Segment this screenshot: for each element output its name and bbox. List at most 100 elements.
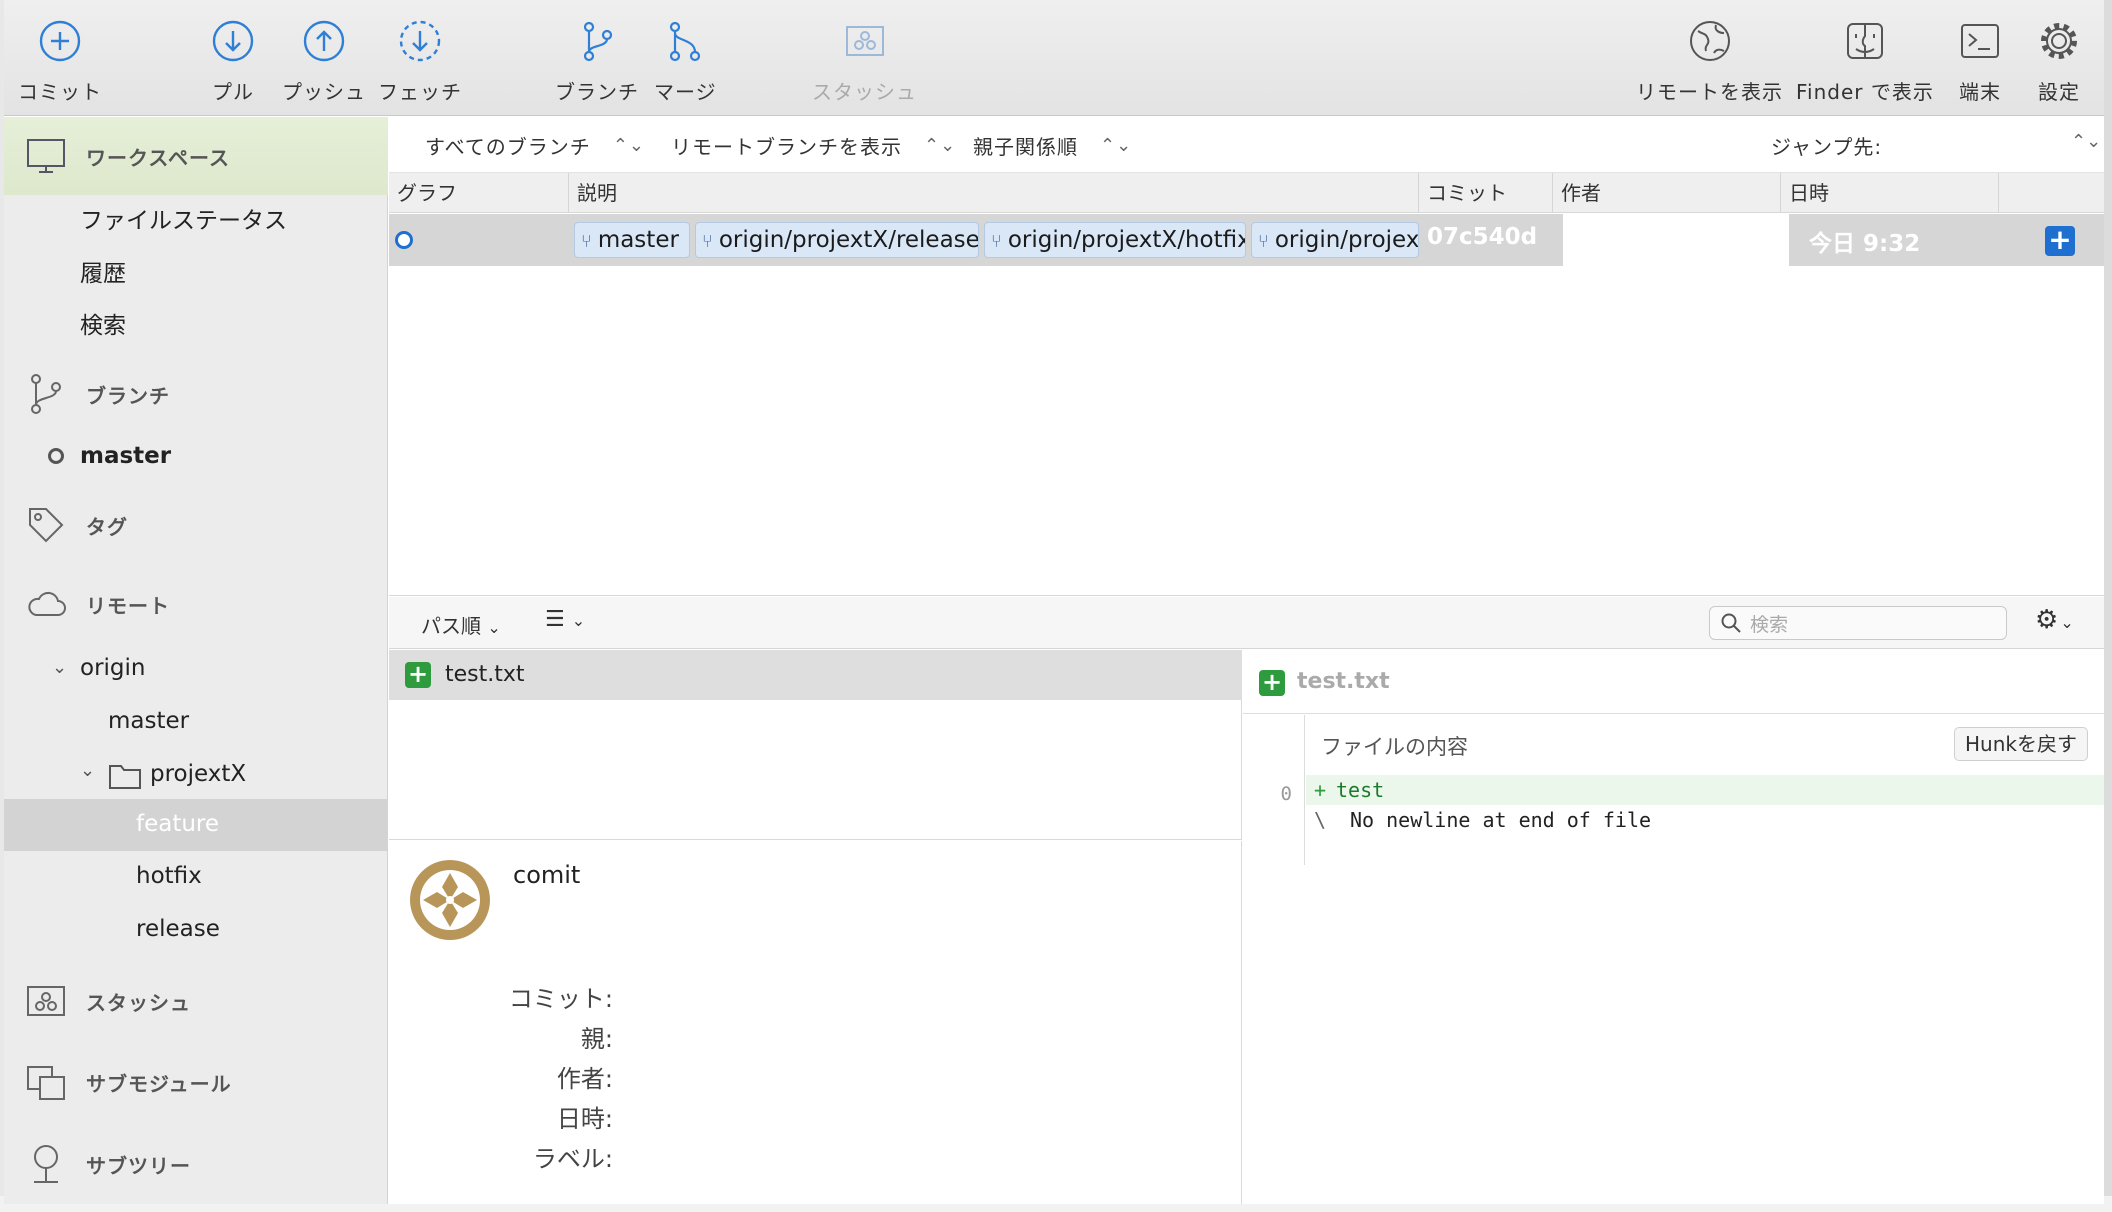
column-commit[interactable]: コミット bbox=[1419, 173, 1553, 213]
cloud-icon bbox=[28, 591, 66, 616]
ref-label: master bbox=[597, 227, 679, 253]
gear-icon[interactable]: ⚙ ⌄ bbox=[2035, 605, 2074, 635]
commit-hash: 07c540d bbox=[1427, 224, 1538, 250]
sidebar-item-search[interactable]: 検索 bbox=[80, 306, 126, 340]
submodule-icon bbox=[27, 1066, 65, 1100]
detail-label-date: 日時: bbox=[556, 1105, 613, 1133]
graph-node-icon bbox=[395, 231, 413, 249]
sidebar-section-stash[interactable]: スタッシュ bbox=[26, 983, 191, 1019]
terminal-button[interactable]: 端末 bbox=[1957, 18, 2003, 105]
added-line-text: test bbox=[1336, 778, 1385, 802]
file-toolbar: パス順 ⌄ ☰ ⌄ 検索 ⚙ ⌄ bbox=[389, 597, 2104, 649]
updown-chevron-icon[interactable]: ⌃⌄ bbox=[2071, 131, 2101, 152]
settings-button[interactable]: 設定 bbox=[2036, 18, 2082, 105]
branch-icon: ⑂ bbox=[702, 231, 713, 252]
monitor-icon bbox=[27, 139, 65, 173]
branch-icon: ⑂ bbox=[1258, 231, 1269, 252]
finder-icon bbox=[1842, 18, 1888, 64]
ref-badge: ⑂origin/projextX bbox=[1251, 222, 1419, 258]
arrow-up-circle-icon bbox=[301, 18, 347, 64]
stash-icon bbox=[842, 18, 888, 64]
line-number-gutter: 0 bbox=[1243, 715, 1305, 865]
stash-icon bbox=[27, 986, 65, 1016]
detail-label-commit: コミット: bbox=[508, 985, 613, 1013]
settings-label: 設定 bbox=[2038, 80, 2080, 104]
sidebar-item-feature[interactable]: feature bbox=[136, 811, 219, 837]
toolbar: コミット プル プッシュ フェッチ ブランチ マージ スタッシュ リモートを表示… bbox=[4, 0, 2104, 116]
sidebar-section-remotes[interactable]: リモート bbox=[26, 587, 170, 621]
branch-label: ブランチ bbox=[555, 80, 639, 104]
sidebar-item-master[interactable]: master bbox=[80, 443, 171, 469]
hunk-title: ファイルの内容 bbox=[1321, 735, 1468, 759]
merge-button[interactable]: マージ bbox=[654, 18, 717, 105]
arrow-down-circle-icon bbox=[210, 18, 256, 64]
chevron-down-icon: ⌄ bbox=[2060, 613, 2074, 632]
commit-column-headers: グラフ 説明 コミット 作者 日時 bbox=[389, 173, 2104, 213]
sidebar-section-label: リモート bbox=[86, 593, 170, 618]
push-button[interactable]: プッシュ bbox=[282, 18, 366, 105]
order-value: 親子関係順 bbox=[973, 135, 1078, 159]
sidebar-item-release[interactable]: release bbox=[136, 916, 220, 942]
show-finder-label: Finder で表示 bbox=[1796, 80, 1934, 104]
diff-header: + test.txt bbox=[1243, 650, 2104, 714]
chevron-down-icon[interactable]: ⌄ bbox=[80, 760, 95, 781]
commit-label: コミット bbox=[18, 80, 102, 104]
sort-select[interactable]: パス順 ⌄ bbox=[421, 610, 501, 639]
search-placeholder: 検索 bbox=[1750, 613, 1789, 636]
file-name: test.txt bbox=[445, 662, 525, 687]
filter-bar: すべてのブランチ ⌃⌄ リモートブランチを表示 ⌃⌄ 親子関係順 ⌃⌄ ジャンプ… bbox=[389, 117, 2104, 173]
view-mode-select[interactable]: ☰ ⌄ bbox=[545, 607, 585, 632]
sidebar-section-tags[interactable]: タグ bbox=[26, 505, 128, 545]
revert-hunk-button[interactable]: Hunkを戻す bbox=[1954, 727, 2088, 761]
branch-button[interactable]: ブランチ bbox=[555, 18, 639, 105]
search-input[interactable]: 検索 bbox=[1709, 606, 2007, 640]
sidebar-item-origin[interactable]: origin bbox=[80, 655, 146, 681]
detail-label-parent: 親: bbox=[580, 1025, 613, 1053]
ref-label: origin/projextX/release bbox=[718, 227, 979, 253]
fetch-label: フェッチ bbox=[378, 80, 462, 104]
remote-filter-select[interactable]: リモートブランチを表示 ⌃⌄ bbox=[671, 131, 956, 160]
fetch-button[interactable]: フェッチ bbox=[378, 18, 462, 105]
chevron-down-icon[interactable]: ⌄ bbox=[52, 657, 67, 678]
branch-icon: ⑂ bbox=[581, 231, 592, 252]
show-remote-button[interactable]: リモートを表示 bbox=[1636, 18, 1783, 105]
pull-button[interactable]: プル bbox=[210, 18, 256, 105]
stash-button[interactable]: スタッシュ bbox=[812, 18, 917, 105]
ref-badge: ⑂ origin/projextX/hotfix bbox=[984, 222, 1246, 258]
commit-list-empty-area bbox=[389, 266, 2104, 596]
column-description[interactable]: 説明 bbox=[569, 173, 1419, 213]
column-graph[interactable]: グラフ bbox=[389, 173, 569, 213]
column-author[interactable]: 作者 bbox=[1553, 173, 1781, 213]
tree-icon bbox=[34, 1145, 58, 1183]
sidebar-section-branches[interactable]: ブランチ bbox=[26, 373, 170, 415]
diff-nonewline-line: \ No newline at end of file bbox=[1306, 805, 2104, 835]
jump-to-select[interactable]: ジャンプ先: bbox=[1771, 131, 1882, 160]
merge-label: マージ bbox=[654, 80, 717, 104]
diff-panel: + test.txt 0 ファイルの内容 Hunkを戻す + test \ No… bbox=[1243, 650, 2104, 1204]
author-cell bbox=[1563, 214, 1789, 266]
sidebar-section-workspace[interactable]: ワークスペース bbox=[26, 137, 230, 175]
sidebar-item-file-status[interactable]: ファイルステータス bbox=[80, 201, 287, 235]
nonewline-text: No newline at end of file bbox=[1350, 808, 1652, 832]
branch-filter-select[interactable]: すべてのブランチ ⌃⌄ bbox=[425, 131, 645, 160]
sidebar-item-projextx[interactable]: projextX bbox=[150, 761, 246, 787]
sidebar: ワークスペース ファイルステータス 履歴 検索 ブランチ master タグ リ… bbox=[4, 117, 388, 1204]
add-icon[interactable]: + bbox=[2045, 226, 2075, 256]
tag-icon bbox=[29, 508, 64, 543]
updown-chevron-icon: ⌃⌄ bbox=[1100, 135, 1133, 156]
pull-label: プル bbox=[212, 80, 254, 104]
order-select[interactable]: 親子関係順 ⌃⌄ bbox=[973, 131, 1132, 160]
updown-chevron-icon: ⌃⌄ bbox=[612, 135, 645, 156]
sidebar-section-subtrees[interactable]: サブツリー bbox=[26, 1143, 191, 1185]
sidebar-section-submodules[interactable]: サブモジュール bbox=[26, 1063, 232, 1101]
show-finder-button[interactable]: Finder で表示 bbox=[1796, 18, 1934, 105]
sidebar-section-label: ワークスペース bbox=[86, 145, 230, 170]
file-row[interactable]: + test.txt bbox=[389, 650, 1242, 700]
commit-button[interactable]: コミット bbox=[18, 18, 102, 105]
globe-icon bbox=[1687, 18, 1733, 64]
sidebar-item-hotfix[interactable]: hotfix bbox=[136, 863, 202, 889]
sidebar-item-history[interactable]: 履歴 bbox=[80, 254, 126, 288]
sidebar-item-origin-master[interactable]: master bbox=[108, 708, 189, 734]
column-date[interactable]: 日時 bbox=[1781, 173, 1999, 213]
commit-row[interactable]: ⑂ master ⑂ origin/projextX/release ⑂ origin… bbox=[389, 214, 2104, 266]
